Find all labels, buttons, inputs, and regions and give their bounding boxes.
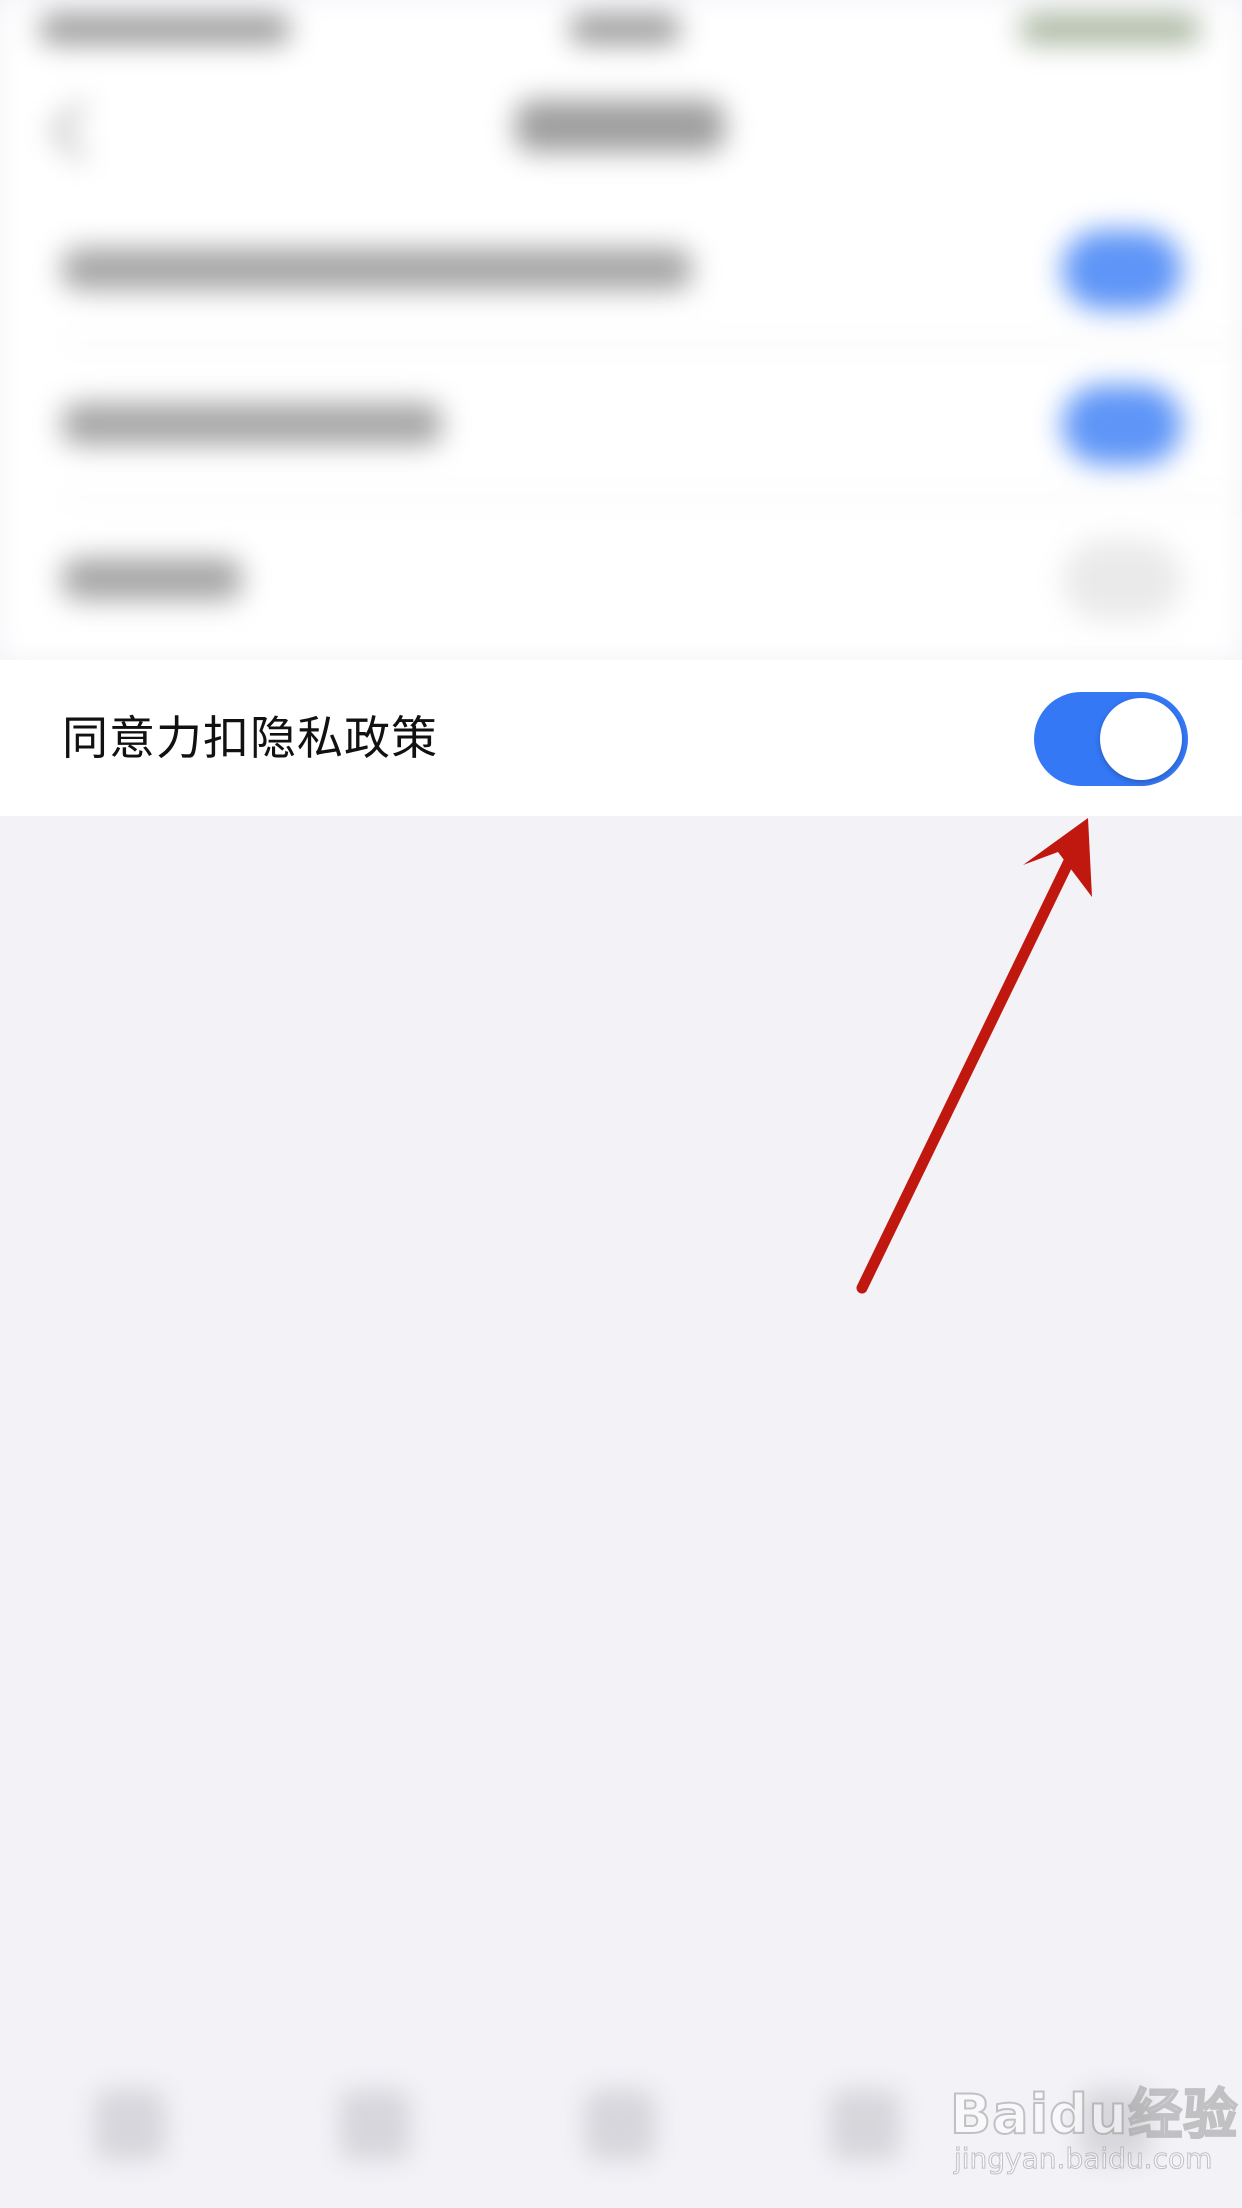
baidu-watermark: Baidu经验 jingyan.baidu.com xyxy=(949,2070,1238,2200)
blurred-settings-area xyxy=(0,0,1242,660)
status-battery-blurred xyxy=(1020,14,1200,44)
navigation-bar xyxy=(0,70,1242,190)
status-time-blurred xyxy=(570,14,680,44)
arrow-shaft xyxy=(856,849,1078,1294)
tab-icon-4[interactable] xyxy=(830,2090,900,2160)
back-icon[interactable] xyxy=(51,101,111,161)
privacy-policy-toggle[interactable] xyxy=(1034,692,1188,786)
privacy-policy-label: 同意力扣隐私政策 xyxy=(62,711,438,765)
blurred-toggle[interactable] xyxy=(1062,385,1182,465)
status-left-blurred xyxy=(40,14,290,44)
settings-screen: 同意力扣隐私政策 Baidu经验 jingyan.baidu.com xyxy=(0,0,1242,2208)
blurred-label xyxy=(62,403,442,445)
blurred-setting-row-3[interactable] xyxy=(0,500,1242,655)
watermark-url: jingyan.baidu.com xyxy=(953,2142,1213,2176)
tab-icon-2[interactable] xyxy=(340,2090,410,2160)
blurred-toggle[interactable] xyxy=(1062,230,1182,310)
tab-icon-1[interactable] xyxy=(95,2090,165,2160)
toggle-knob xyxy=(1100,698,1182,780)
blurred-setting-row-1[interactable] xyxy=(0,190,1242,345)
blurred-label xyxy=(62,248,692,290)
blurred-label xyxy=(62,558,242,600)
arrow-head xyxy=(1023,818,1092,897)
blurred-setting-row-2[interactable] xyxy=(0,345,1242,500)
blurred-toggle[interactable] xyxy=(1062,540,1182,620)
privacy-policy-row[interactable]: 同意力扣隐私政策 xyxy=(0,660,1242,816)
nav-title-blurred xyxy=(515,100,725,152)
tab-icon-3[interactable] xyxy=(585,2090,655,2160)
watermark-brand: Baidu经验 xyxy=(949,2082,1239,2147)
status-bar xyxy=(0,0,1242,60)
